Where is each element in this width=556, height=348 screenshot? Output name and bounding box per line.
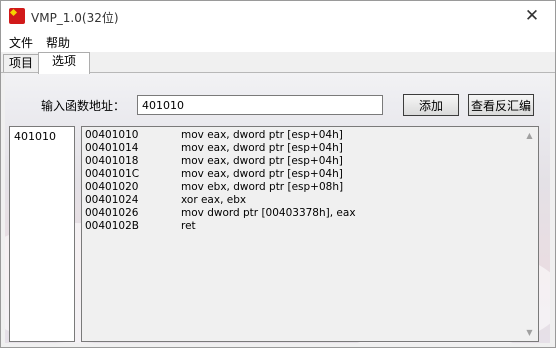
scroll-up-arrow-icon[interactable]: ▲: [521, 127, 538, 144]
app-flag-icon: [9, 8, 25, 24]
function-list-item[interactable]: 401010: [14, 130, 56, 143]
disasm-instruction: mov eax, dword ptr [esp+04h]: [181, 129, 343, 141]
menu-file[interactable]: 文件: [9, 34, 33, 51]
menu-help[interactable]: 帮助: [46, 34, 70, 51]
disasm-address: 00401026: [85, 207, 139, 219]
disasm-address: 00401014: [85, 142, 139, 154]
title-bar[interactable]: VMP_1.0(32位) ✕: [1, 1, 555, 32]
function-list[interactable]: 401010: [9, 126, 75, 342]
main-window: VMP_1.0(32位) ✕ 文件 帮助 项目 选项 输入函数地址： 添加 查看…: [0, 0, 556, 348]
disasm-address: 00401010: [85, 129, 139, 141]
disassembly-view[interactable]: 00401010 mov eax, dword ptr [esp+04h] 00…: [81, 126, 539, 342]
add-button[interactable]: 添加: [403, 94, 459, 116]
disasm-instruction: mov dword ptr [00403378h], eax: [181, 207, 356, 219]
options-panel: 输入函数地址： 添加 查看反汇编 401010 00401010 mov eax…: [5, 73, 550, 343]
function-address-label: 输入函数地址：: [41, 99, 126, 113]
view-disassembly-button[interactable]: 查看反汇编: [468, 94, 534, 116]
function-address-input[interactable]: [137, 95, 383, 115]
disasm-address: 00401018: [85, 155, 139, 167]
disasm-instruction: ret: [181, 220, 196, 232]
disasm-address: 00401024: [85, 194, 139, 206]
close-button[interactable]: ✕: [509, 1, 555, 32]
window-title: VMP_1.0(32位): [31, 11, 119, 25]
disasm-instruction: mov eax, dword ptr [esp+04h]: [181, 168, 343, 180]
tab-strip: 项目 选项: [1, 52, 555, 74]
disasm-address: 00401020: [85, 181, 139, 193]
disasm-address: 0040101C: [85, 168, 140, 180]
disasm-instruction: mov ebx, dword ptr [esp+08h]: [181, 181, 344, 193]
disasm-instruction: mov eax, dword ptr [esp+04h]: [181, 155, 343, 167]
tab-project[interactable]: 项目: [3, 54, 39, 72]
vertical-scrollbar[interactable]: ▲ ▼: [521, 127, 538, 341]
tab-options[interactable]: 选项: [38, 52, 90, 74]
disasm-instruction: mov eax, dword ptr [esp+04h]: [181, 142, 343, 154]
menu-bar: 文件 帮助: [1, 32, 555, 52]
client-area: 项目 选项 输入函数地址： 添加 查看反汇编 401010 00401010 m…: [1, 52, 555, 347]
scroll-down-arrow-icon[interactable]: ▼: [521, 324, 538, 341]
disasm-instruction: xor eax, ebx: [181, 194, 247, 206]
disasm-address: 0040102B: [85, 220, 139, 232]
